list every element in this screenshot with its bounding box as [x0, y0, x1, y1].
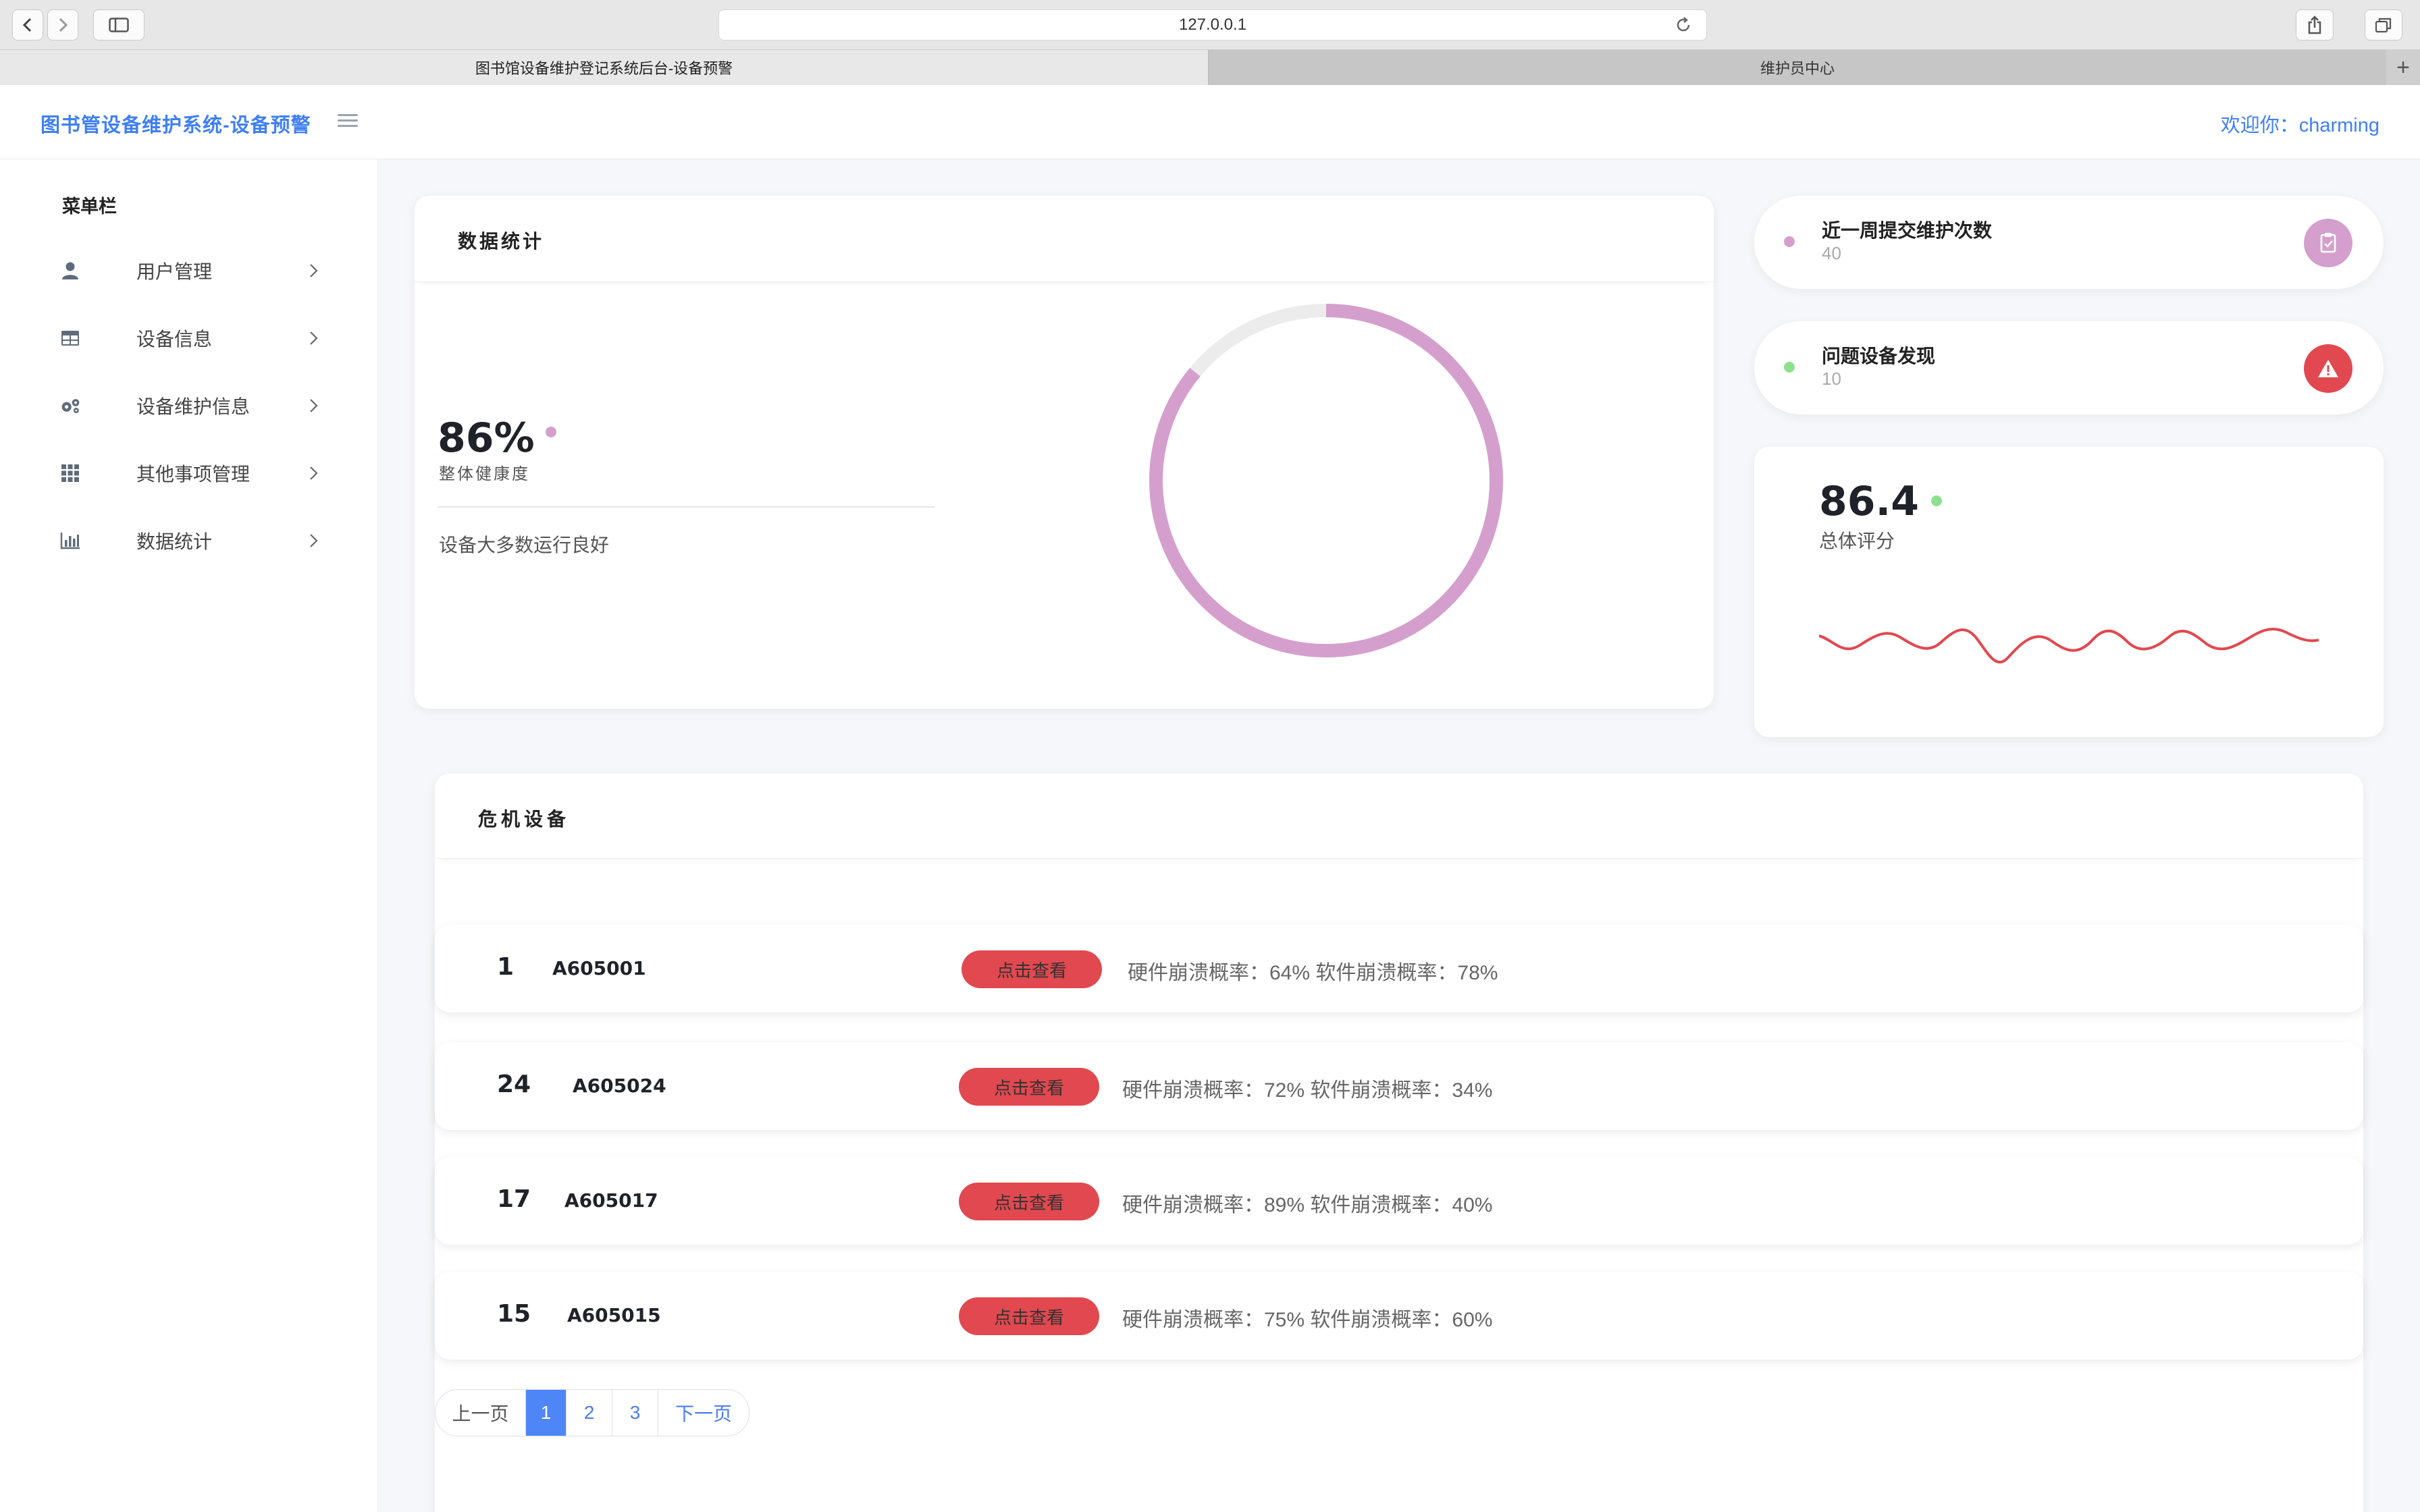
row-number: 1 — [497, 953, 515, 981]
sidebar: 菜单栏 用户管理 设备信息 设备维护信息 其他事项管理 数据统计 — [0, 159, 378, 1512]
row-number: 17 — [497, 1185, 531, 1213]
crisis-devices-header: 危机设备 — [435, 774, 2363, 859]
back-button[interactable] — [12, 9, 43, 40]
health-dot — [546, 427, 556, 437]
sidebar-item-maintenance-info[interactable]: 设备维护信息 — [0, 375, 378, 436]
device-id: A605017 — [564, 1189, 658, 1212]
sidebar-item-label: 设备维护信息 — [136, 396, 251, 417]
sidebar-toggle-button[interactable] — [93, 9, 144, 40]
device-id: A605001 — [552, 957, 646, 979]
stats-card: 数据统计 86% 整体健康度 设备大多数运行良好 — [415, 196, 1714, 709]
view-details-button[interactable]: 点击查看 — [962, 950, 1102, 988]
welcome-user[interactable]: 欢迎你：charming — [2221, 109, 2379, 138]
chevron-right-icon — [310, 399, 318, 412]
divider — [438, 506, 935, 508]
new-tab-button[interactable]: + — [2386, 50, 2420, 85]
table-icon — [59, 327, 81, 349]
sidebar-item-statistics[interactable]: 数据统计 — [0, 510, 378, 571]
chevron-right-icon — [310, 264, 318, 277]
crash-probability-text: 硬件崩溃概率：72% 软件崩溃概率：34% — [1122, 1079, 1493, 1102]
address-bar[interactable]: 127.0.0.1 — [718, 9, 1707, 40]
row-number: 15 — [497, 1300, 531, 1328]
view-details-button[interactable]: 点击查看 — [959, 1183, 1099, 1220]
share-button[interactable] — [2296, 9, 2334, 40]
weekly-maintenance-value: 40 — [1822, 243, 1841, 263]
app-header: 图书管设备维护系统-设备预警 欢迎你：charming — [0, 85, 2420, 159]
tab-label: 图书馆设备维护登记系统后台-设备预警 — [475, 60, 733, 77]
sidebar-item-other-affairs[interactable]: 其他事项管理 — [0, 443, 378, 504]
chevron-left-icon — [22, 18, 32, 32]
url-text: 127.0.0.1 — [1178, 16, 1247, 34]
row-number: 24 — [497, 1071, 531, 1098]
health-description: 设备大多数运行良好 — [439, 535, 610, 556]
share-icon — [2308, 16, 2321, 34]
view-details-button[interactable]: 点击查看 — [959, 1297, 1099, 1335]
tab-maintainer-center[interactable]: 维护员中心 — [1209, 50, 2386, 85]
sidebar-item-label: 数据统计 — [136, 531, 213, 552]
user-icon — [59, 260, 81, 281]
tabs-icon — [2375, 18, 2392, 33]
overall-score-value: 86.4 — [1819, 478, 1920, 525]
bar-chart-icon — [59, 530, 81, 551]
problem-devices-card: 问题设备发现 10 — [1754, 321, 2384, 414]
problem-devices-title: 问题设备发现 — [1822, 346, 1936, 367]
score-sparkline — [1819, 628, 2319, 664]
health-label: 整体健康度 — [439, 465, 530, 483]
prev-page-button[interactable]: 上一页 — [436, 1390, 526, 1436]
device-id: A605015 — [567, 1304, 661, 1326]
crash-probability-text: 硬件崩溃概率：89% 软件崩溃概率：40% — [1122, 1194, 1493, 1216]
view-details-button[interactable]: 点击查看 — [959, 1068, 1099, 1106]
problem-devices-value: 10 — [1822, 369, 1841, 389]
table-row: 1 A605001 点击查看 硬件崩溃概率：64% 软件崩溃概率：78% — [435, 925, 2363, 1013]
table-row: 15 A605015 点击查看 硬件崩溃概率：75% 软件崩溃概率：60% — [435, 1272, 2363, 1359]
page-button-1[interactable]: 1 — [526, 1390, 567, 1436]
menu-toggle-icon[interactable] — [338, 111, 358, 131]
crisis-devices-title: 危机设备 — [478, 809, 571, 830]
pagination: 上一页 1 2 3 下一页 — [435, 1389, 749, 1436]
forward-button[interactable] — [47, 9, 78, 40]
crash-probability-text: 硬件崩溃概率：64% 软件崩溃概率：78% — [1128, 962, 1498, 984]
clipboard-check-icon[interactable] — [2304, 219, 2352, 267]
tab-label: 维护员中心 — [1760, 60, 1835, 77]
health-percent: 86% — [438, 414, 535, 462]
health-donut-chart — [1149, 304, 1503, 657]
sidebar-item-user-management[interactable]: 用户管理 — [0, 240, 378, 301]
table-row: 17 A605017 点击查看 硬件崩溃概率：89% 软件崩溃概率：40% — [435, 1157, 2363, 1245]
sidebar-item-label: 设备信息 — [136, 329, 213, 350]
next-page-button[interactable]: 下一页 — [658, 1390, 749, 1436]
chevron-right-icon — [310, 331, 318, 345]
overall-score-label: 总体评分 — [1819, 531, 1895, 551]
stats-card-title: 数据统计 — [458, 231, 545, 252]
table-row: 24 A605024 点击查看 硬件崩溃概率：72% 软件崩溃概率：34% — [435, 1042, 2363, 1130]
reload-icon[interactable] — [1674, 16, 1693, 34]
page-button-2[interactable]: 2 — [567, 1390, 612, 1436]
tab-active[interactable]: 图书馆设备维护登记系统后台-设备预警 — [0, 50, 1209, 85]
overall-score-card: 86.4 总体评分 — [1754, 447, 2384, 737]
device-id: A605024 — [573, 1075, 666, 1097]
sidebar-item-label: 用户管理 — [136, 261, 213, 282]
chevron-right-icon — [310, 534, 318, 547]
tab-bar: 图书馆设备维护登记系统后台-设备预警 维护员中心 + — [0, 50, 2420, 85]
grid-icon — [59, 462, 81, 484]
gears-icon — [59, 395, 81, 416]
weekly-maintenance-title: 近一周提交维护次数 — [1822, 220, 1993, 241]
status-dot — [1784, 236, 1795, 247]
sidebar-item-label: 其他事项管理 — [136, 464, 251, 485]
status-dot — [1931, 495, 1942, 506]
stats-card-header: 数据统计 — [415, 196, 1714, 282]
chevron-right-icon — [59, 18, 68, 32]
warning-icon[interactable] — [2304, 344, 2352, 393]
crash-probability-text: 硬件崩溃概率：75% 软件崩溃概率：60% — [1122, 1309, 1493, 1331]
menu-title: 菜单栏 — [62, 196, 117, 217]
sidebar-item-device-info[interactable]: 设备信息 — [0, 308, 378, 369]
chevron-right-icon — [310, 466, 318, 480]
status-dot — [1784, 362, 1795, 373]
browser-toolbar: 127.0.0.1 — [0, 0, 2420, 50]
page-button-3[interactable]: 3 — [612, 1390, 658, 1436]
tabs-overview-button[interactable] — [2365, 9, 2402, 40]
app-title: 图书管设备维护系统-设备预警 — [41, 115, 311, 136]
sidebar-icon — [109, 18, 129, 32]
weekly-maintenance-card: 近一周提交维护次数 40 — [1754, 196, 2384, 289]
